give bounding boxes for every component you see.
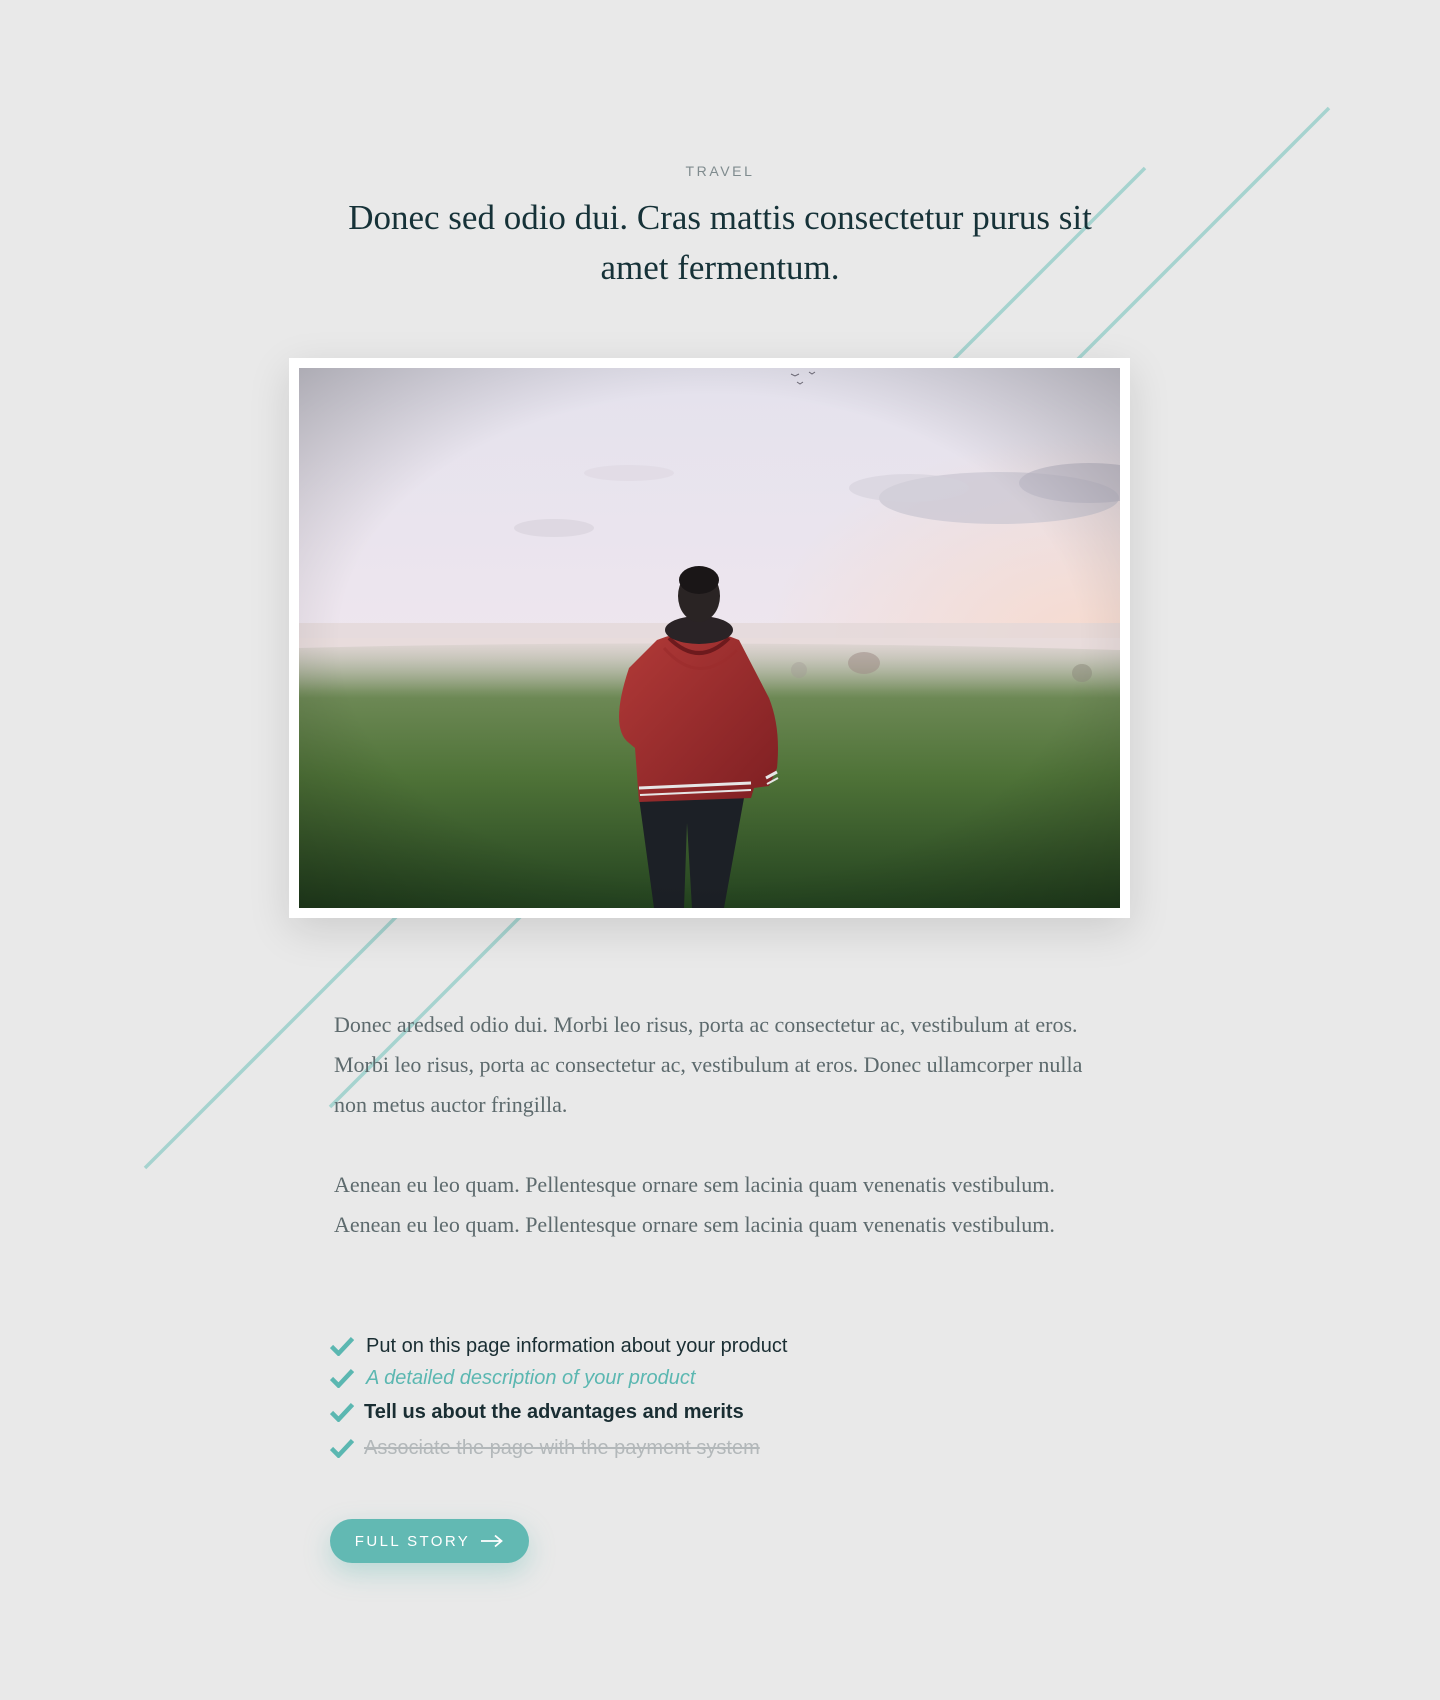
checklist-item-text: Tell us about the advantages and merits [364,1401,744,1423]
check-icon [330,1402,354,1422]
checklist-item: Tell us about the advantages and merits [330,1394,787,1430]
checklist-item: A detailed description of your product [330,1362,787,1394]
article-paragraph: Aenean eu leo quam. Pellentesque ornare … [334,1172,1055,1237]
article-paragraph: Donec aredsed odio dui. Morbi leo risus,… [334,1012,1083,1117]
featured-image-frame [289,358,1130,918]
checklist-item: Put on this page information about your … [330,1330,787,1362]
category-label: TRAVEL [685,163,755,179]
checklist-item-text: A detailed description of your product [366,1367,696,1389]
featured-image [299,368,1120,908]
photo-man-in-red-jacket-in-foggy-field-icon [299,368,1120,908]
checklist-item: Associate the page with the payment syst… [330,1430,787,1466]
arrow-right-icon [481,1534,504,1548]
check-icon [330,1438,354,1458]
full-story-button[interactable]: FULL STORY [330,1519,529,1563]
checklist-item-text: Associate the page with the payment syst… [364,1437,760,1459]
feature-checklist: Put on this page information about your … [330,1330,787,1466]
full-story-button-label: FULL STORY [354,1532,471,1550]
checklist-item-text: Put on this page information about your … [366,1335,788,1357]
check-icon [330,1336,354,1356]
check-icon [330,1368,354,1388]
article-title: Donec sed odio dui. Cras mattis consecte… [348,198,1092,287]
